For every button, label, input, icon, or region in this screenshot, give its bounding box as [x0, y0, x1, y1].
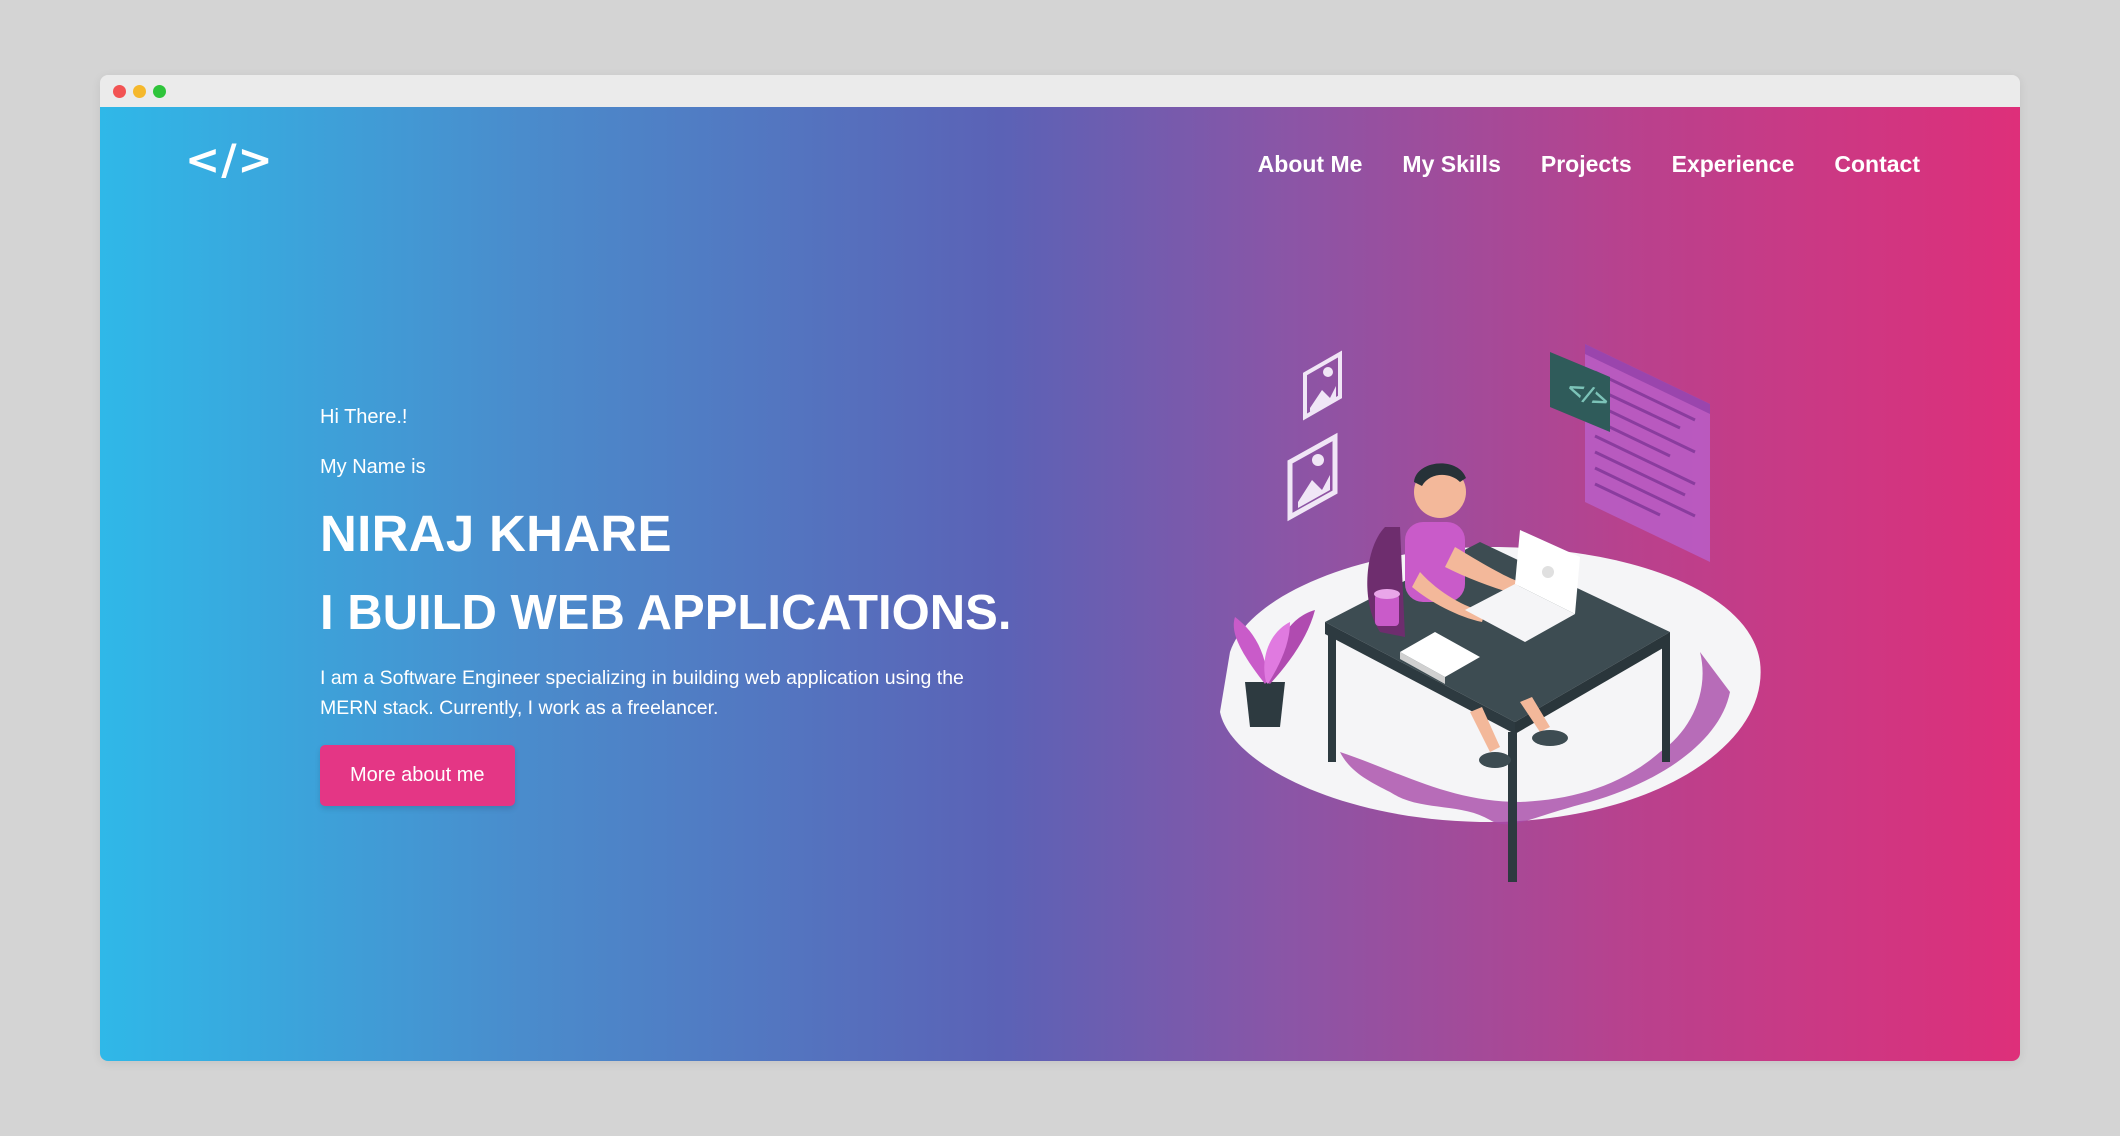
hero-description: I am a Software Engineer specializing in… — [320, 667, 964, 719]
hero-name: NIRAJ KHARE — [320, 505, 672, 562]
plant-pot — [1245, 682, 1285, 727]
browser-window: </> About Me My Skills Projects Experien… — [100, 75, 2020, 1061]
hero-greeting: Hi There.! — [320, 406, 408, 428]
main-nav: About Me My Skills Projects Experience C… — [1258, 151, 1920, 178]
nav-link-contact[interactable]: Contact — [1834, 151, 1920, 178]
close-window-button[interactable] — [113, 85, 126, 98]
code-window-icon: </> — [1550, 344, 1710, 562]
more-about-me-button[interactable]: More about me — [320, 745, 515, 806]
image-frame-icon-2 — [1303, 350, 1342, 421]
image-frame-icon-1 — [1287, 432, 1338, 522]
nav-link-my-skills[interactable]: My Skills — [1402, 151, 1500, 178]
hero-name-intro: My Name is — [320, 456, 426, 478]
nav-link-projects[interactable]: Projects — [1541, 151, 1632, 178]
maximize-window-button[interactable] — [153, 85, 166, 98]
browser-titlebar — [100, 75, 2020, 107]
nav-link-about-me[interactable]: About Me — [1258, 151, 1363, 178]
hero-tagline: I BUILD WEB APPLICATIONS. — [320, 586, 1012, 640]
developer-at-desk-illustration: </> — [1190, 332, 1790, 912]
hero-section: </> About Me My Skills Projects Experien… — [100, 107, 2020, 1061]
nav-link-experience[interactable]: Experience — [1672, 151, 1795, 178]
minimize-window-button[interactable] — [133, 85, 146, 98]
site-logo[interactable]: </> — [185, 135, 274, 184]
hero-text-block: Hi There.! My Name is NIRAJ KHARE I BUIL… — [320, 407, 1040, 806]
